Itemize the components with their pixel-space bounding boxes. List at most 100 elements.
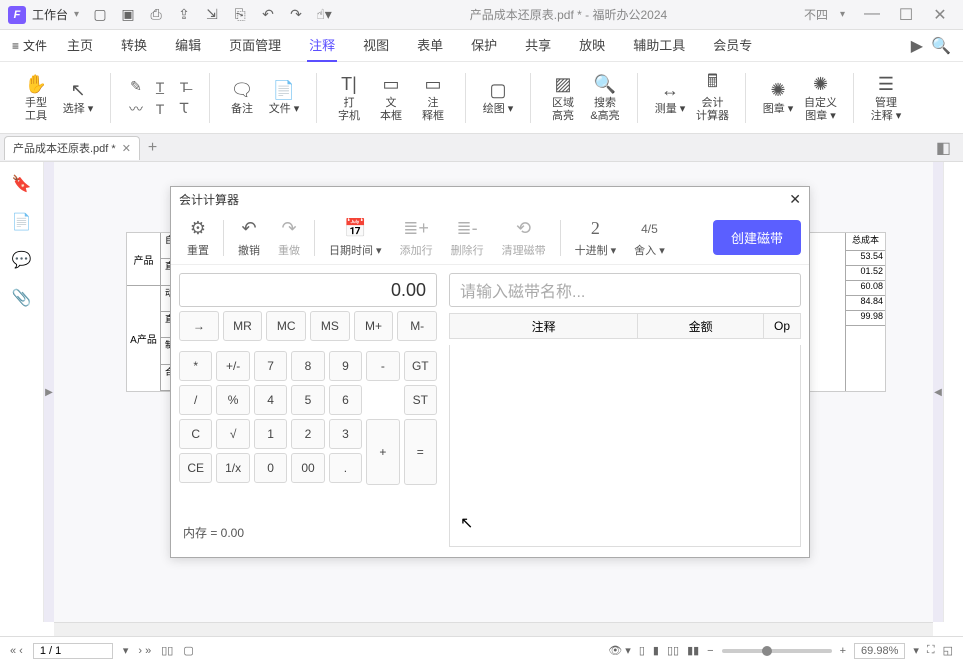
facing-icon[interactable]: ▯▯ (667, 644, 679, 657)
delline-button[interactable]: ≣-删除行 (443, 218, 492, 258)
share-icon[interactable]: ⇲ (203, 6, 221, 24)
calc-btn-m+[interactable]: M+ (354, 311, 394, 341)
menu-tab-1[interactable]: 转换 (119, 29, 149, 62)
prev-page-group[interactable]: « ‹ (10, 645, 23, 657)
calc-btn-ms[interactable]: MS (310, 311, 350, 341)
redo-icon[interactable]: ↷ (287, 6, 305, 24)
menu-tab-3[interactable]: 页面管理 (227, 29, 283, 62)
export-icon[interactable]: ⇪ (175, 6, 193, 24)
highlight-icon[interactable]: ✎ (127, 78, 145, 96)
document-tab[interactable]: 产品成本还原表.pdf * ✕ (4, 136, 140, 160)
calc-key-%[interactable]: % (216, 385, 249, 415)
area-highlight-button[interactable]: ▨区域 高亮 (547, 73, 579, 121)
fullscreen-icon[interactable]: ⛶ (927, 644, 935, 657)
menu-tab-10[interactable]: 辅助工具 (631, 29, 687, 62)
menu-tab-7[interactable]: 保护 (469, 29, 499, 62)
calc-key-=[interactable]: = (404, 419, 437, 485)
calc-key-ST[interactable]: ST (404, 385, 437, 415)
next-page-group[interactable]: › » (138, 645, 151, 657)
calc-key-00[interactable]: 00 (291, 453, 324, 483)
replace-icon[interactable]: Ꚍ (175, 100, 193, 118)
page-dropdown-icon[interactable]: ▾ (123, 644, 129, 657)
squiggly-icon[interactable]: 〰 (127, 100, 145, 118)
zoom-out-button[interactable]: − (707, 645, 713, 657)
file-attach-button[interactable]: 📄文件 ▾ (268, 79, 300, 115)
open-icon[interactable]: ▢ (91, 6, 109, 24)
search-highlight-button[interactable]: 🔍搜索 &高亮 (589, 73, 621, 121)
continuous-facing-icon[interactable]: ▮▮ (687, 644, 699, 657)
calc-key-GT[interactable]: GT (404, 351, 437, 381)
select-button[interactable]: ↖选择 ▾ (62, 73, 94, 121)
horizontal-scrollbar[interactable] (54, 622, 933, 636)
workbench-label[interactable]: 工作台 (32, 6, 68, 23)
underline-icon[interactable]: T (151, 100, 169, 118)
skin-label[interactable]: 不四 (804, 6, 828, 23)
calc-key-√[interactable]: √ (216, 419, 249, 449)
calc-key-1/x[interactable]: 1/x (216, 453, 249, 483)
calc-btn-→[interactable]: → (179, 311, 219, 341)
calc-key-*[interactable]: * (179, 351, 212, 381)
right-flyout-handle[interactable]: ◀ (933, 162, 943, 622)
calc-key-C[interactable]: C (179, 419, 212, 449)
addline-button[interactable]: ≣+添加行 (392, 218, 441, 258)
tab-close-icon[interactable]: ✕ (122, 142, 131, 155)
tape-name-input[interactable]: 请输入磁带名称... (449, 273, 801, 307)
touch-icon[interactable]: ☝︎▾ (315, 6, 333, 24)
calc-key-.[interactable]: . (329, 453, 362, 483)
calc-key-/[interactable]: / (179, 385, 212, 415)
calc-key-+/-[interactable]: +/- (216, 351, 249, 381)
menu-tab-9[interactable]: 放映 (577, 29, 607, 62)
zoom-dropdown-icon[interactable]: ▾ (913, 644, 919, 657)
custom-stamp-button[interactable]: ✺自定义 图章 ▾ (804, 73, 837, 121)
calculator-close-button[interactable]: ✕ (789, 191, 801, 208)
calc-key-6[interactable]: 6 (329, 385, 362, 415)
calc-key-9[interactable]: 9 (329, 351, 362, 381)
calc-btn-mc[interactable]: MC (266, 311, 306, 341)
typewriter-button[interactable]: T|打 字机 (333, 73, 365, 121)
textbox-button[interactable]: ▭文 本框 (375, 73, 407, 121)
menu-tab-2[interactable]: 编辑 (173, 29, 203, 62)
round-button[interactable]: 4/5舍入 ▾ (626, 218, 673, 258)
book-view-icon[interactable]: ▯▯ (161, 644, 173, 657)
underline-t-icon[interactable]: T̲ (151, 78, 169, 96)
menu-tab-0[interactable]: 主页 (65, 29, 95, 62)
calc-key-0[interactable]: 0 (254, 453, 287, 483)
dropdown-icon[interactable]: ▾ (74, 9, 79, 20)
calc-btn-m-[interactable]: M- (397, 311, 437, 341)
tape-body[interactable] (449, 345, 801, 547)
continuous-icon[interactable]: ▮ (653, 644, 659, 657)
undo-icon[interactable]: ↶ (259, 6, 277, 24)
callout-button[interactable]: ▭注 释框 (417, 73, 449, 121)
calc-button[interactable]: 🖩会计 计算器 (696, 73, 729, 121)
zoom-value[interactable]: 69.98% (854, 643, 905, 659)
calc-key-7[interactable]: 7 (254, 351, 287, 381)
pages-icon[interactable]: 📄 (12, 212, 32, 232)
menu-tab-6[interactable]: 表单 (415, 29, 445, 62)
cleartape-button[interactable]: ⟲清理磁带 (494, 218, 554, 258)
panel-toggle-icon[interactable]: ◧ (936, 138, 951, 158)
zoom-handle[interactable] (762, 646, 772, 656)
zoom-in-button[interactable]: + (840, 645, 846, 657)
file-menu[interactable]: ≡ 文件 (12, 37, 47, 54)
calc-key-4[interactable]: 4 (254, 385, 287, 415)
decimal-button[interactable]: 2十进制 ▾ (567, 218, 625, 258)
calc-key-2[interactable]: 2 (291, 419, 324, 449)
bookmark-icon[interactable]: 🔖 (12, 174, 32, 194)
calc-key-1[interactable]: 1 (254, 419, 287, 449)
calc-key-3[interactable]: 3 (329, 419, 362, 449)
minimize-button[interactable]: — (857, 5, 887, 25)
left-flyout-handle[interactable]: ▶ (44, 162, 54, 622)
print-icon[interactable]: ⎙ (147, 6, 165, 24)
reading-mode-icon[interactable]: 👁 ▾ (608, 644, 631, 657)
menu-tab-8[interactable]: 共享 (523, 29, 553, 62)
skin-dropdown-icon[interactable]: ▾ (840, 9, 845, 20)
menu-tab-11[interactable]: 会员专 (711, 29, 754, 62)
calc-key-CE[interactable]: CE (179, 453, 212, 483)
attachment-icon[interactable]: 📎 (12, 288, 32, 308)
draw-button[interactable]: ▢绘图 ▾ (482, 79, 514, 115)
fit-icon[interactable]: ◱ (943, 644, 953, 657)
maximize-button[interactable]: ☐ (891, 5, 921, 25)
menu-tab-5[interactable]: 视图 (361, 29, 391, 62)
hand-tool-button[interactable]: ✋手型 工具 (20, 73, 52, 121)
search-icon[interactable]: 🔍 (931, 36, 951, 56)
